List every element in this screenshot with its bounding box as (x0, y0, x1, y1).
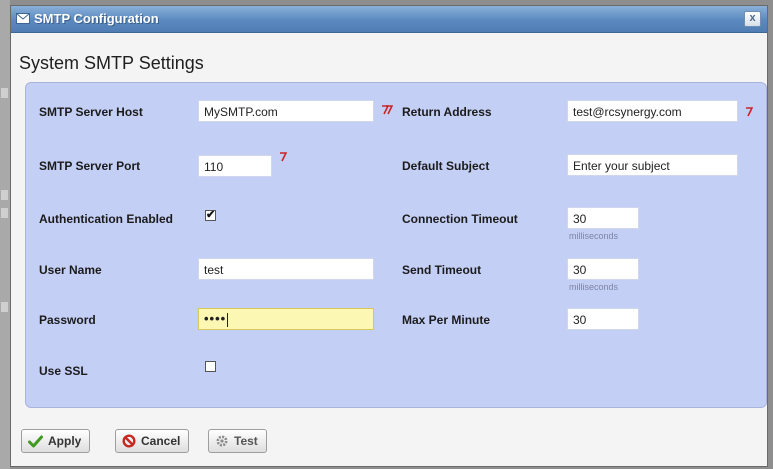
cancel-button[interactable]: Cancel (115, 429, 190, 453)
connection-timeout-unit: milliseconds (569, 231, 619, 241)
max-per-minute-input[interactable]: 30 (567, 308, 639, 330)
connection-timeout-label: Connection Timeout (402, 212, 518, 226)
send-timeout-unit: milliseconds (569, 282, 619, 292)
text-caret (227, 312, 229, 327)
send-timeout-label: Send Timeout (402, 263, 482, 277)
password-input[interactable]: •••• (198, 308, 374, 330)
smtp-server-host-input[interactable]: MySMTP.com (198, 100, 374, 122)
cancel-button-label: Cancel (141, 434, 181, 448)
default-subject-input[interactable]: Enter your subject (567, 154, 738, 176)
apply-button-label: Apply (48, 434, 82, 448)
smtp-server-host-label: SMTP Server Host (39, 105, 143, 119)
send-timeout-input[interactable]: 30 (567, 258, 639, 280)
smtp-configuration-dialog: SMTP Configuration x System SMTP Setting… (10, 5, 768, 467)
apply-button[interactable]: Apply (21, 429, 91, 453)
required-marker-icon (280, 152, 287, 162)
background-window-edge (0, 0, 10, 469)
max-per-minute-label: Max Per Minute (402, 313, 491, 327)
background-marker (1, 302, 8, 312)
use-ssl-checkbox[interactable] (205, 361, 216, 372)
user-name-input[interactable]: test (198, 258, 374, 280)
settings-panel: SMTP Server Host MySMTP.com SMTP Server … (25, 82, 767, 408)
use-ssl-label: Use SSL (39, 364, 88, 378)
close-button[interactable]: x (744, 11, 761, 27)
user-name-label: User Name (39, 263, 102, 277)
password-label: Password (39, 313, 96, 327)
return-address-input[interactable]: test@rcsynergy.com (567, 100, 738, 122)
checkmark-icon (28, 435, 43, 447)
authentication-enabled-checkbox[interactable]: ✔ (205, 210, 216, 221)
page-title: System SMTP Settings (19, 53, 204, 73)
dialog-title: SMTP Configuration (34, 11, 159, 26)
close-icon: x (749, 12, 756, 24)
required-marker-icon (386, 105, 393, 115)
authentication-enabled-label: Authentication Enabled (39, 212, 174, 226)
gear-icon (216, 435, 228, 447)
return-address-label: Return Address (402, 105, 492, 119)
background-marker (1, 208, 8, 218)
connection-timeout-input[interactable]: 30 (567, 207, 639, 229)
cancel-icon (122, 434, 136, 448)
smtp-server-port-input[interactable]: 110 (198, 155, 272, 177)
dialog-titlebar[interactable]: SMTP Configuration x (11, 6, 767, 33)
required-marker-icon (746, 107, 753, 117)
default-subject-label: Default Subject (402, 159, 490, 173)
password-value: •••• (204, 311, 227, 326)
envelope-icon (16, 13, 30, 24)
test-button-label: Test (234, 434, 258, 448)
smtp-server-port-label: SMTP Server Port (39, 159, 141, 173)
background-marker (1, 88, 8, 98)
test-button[interactable]: Test (208, 429, 267, 453)
background-marker (1, 190, 8, 200)
